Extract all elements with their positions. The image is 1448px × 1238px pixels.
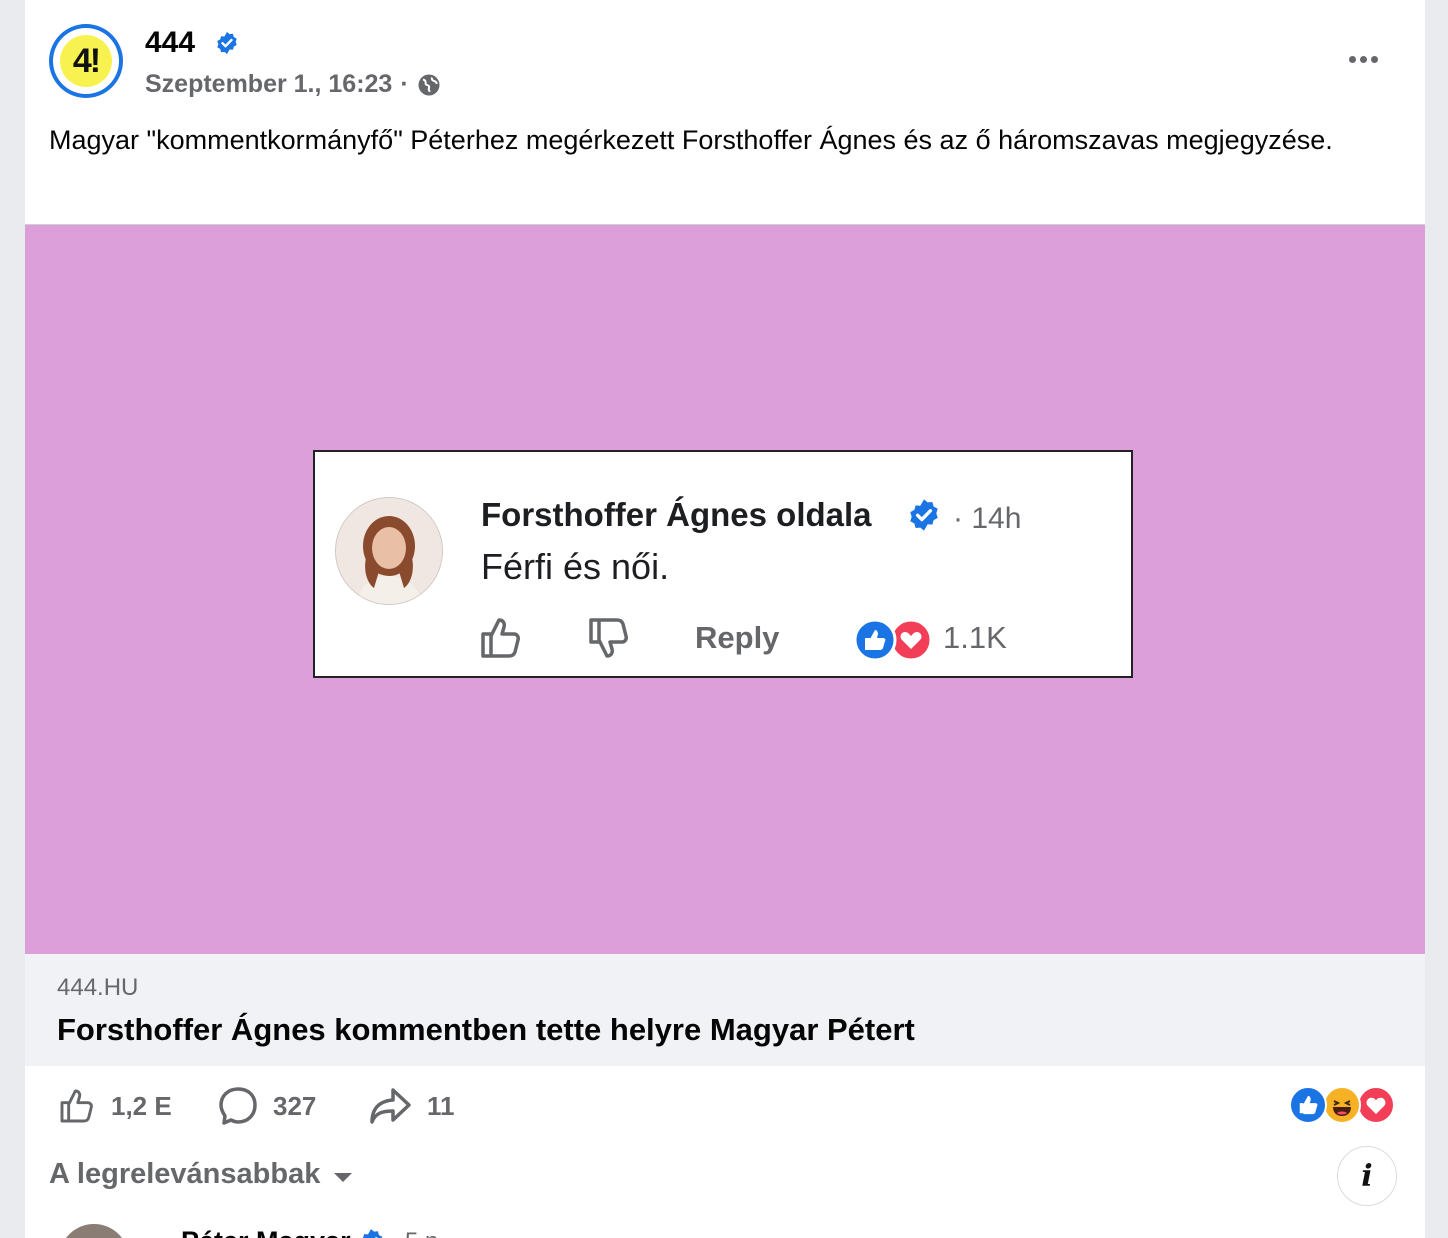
- comment-count: 327: [273, 1090, 317, 1121]
- embedded-author: Forsthoffer Ágnes oldala: [481, 496, 872, 533]
- embedded-reactions: [853, 618, 933, 662]
- embedded-comment-screenshot: Forsthoffer Ágnes oldala · 14h Férfi és …: [313, 450, 1133, 678]
- meta-separator: ·: [400, 70, 409, 98]
- reaction-summary[interactable]: [1289, 1086, 1399, 1128]
- thumbs-up-icon: [60, 1089, 93, 1123]
- embedded-age: · 14h: [953, 502, 1022, 535]
- comment-age: 5 n: [405, 1228, 438, 1238]
- thumbs-down-icon: [589, 618, 628, 658]
- post-card: 4! 444 Szeptember 1., 16:23 · Magyar "ko…: [25, 0, 1425, 1238]
- sort-label: A legrelevánsabbak: [49, 1158, 321, 1190]
- comment-icon: [219, 1087, 257, 1125]
- embedded-comment-text: Férfi és női.: [481, 546, 670, 587]
- embedded-reaction-count: 1.1K: [943, 620, 1007, 655]
- post-text: Magyar "kommentkormányfő" Péterhez megér…: [49, 125, 1333, 155]
- haha-reaction-icon: [1323, 1086, 1361, 1124]
- commenter-avatar[interactable]: [59, 1224, 129, 1238]
- info-button[interactable]: i: [1337, 1146, 1397, 1206]
- commenter-portrait: [335, 497, 443, 605]
- share-button[interactable]: 11: [369, 1084, 455, 1128]
- comment-item: Péter Magyar 5 n: [49, 1218, 849, 1238]
- more-options-button[interactable]: [1343, 44, 1383, 74]
- comment-button[interactable]: 327: [217, 1084, 316, 1128]
- share-count: 11: [427, 1090, 455, 1121]
- link-preview[interactable]: 444.HU Forsthoffer Ágnes kommentben tett…: [25, 954, 1425, 1066]
- page-name-link[interactable]: 444: [145, 26, 195, 60]
- love-reaction-icon: [1357, 1086, 1395, 1124]
- comment-sort-dropdown[interactable]: A legrelevánsabbak: [49, 1158, 353, 1191]
- share-icon: [370, 1088, 411, 1124]
- page-logo: 4!: [60, 35, 112, 87]
- post-timestamp[interactable]: Szeptember 1., 16:23: [145, 70, 392, 99]
- link-title[interactable]: Forsthoffer Ágnes kommentben tette helyr…: [57, 1012, 915, 1048]
- verified-badge-icon: [910, 499, 938, 531]
- post-meta: Szeptember 1., 16:23 ·: [145, 70, 441, 99]
- thumbs-up-icon: [481, 618, 520, 658]
- page-avatar[interactable]: 4!: [49, 24, 123, 98]
- link-domain: 444.HU: [57, 974, 139, 1001]
- scrollbar[interactable]: [1424, 0, 1425, 200]
- caret-down-icon: [334, 1173, 353, 1182]
- embedded-reply: Reply: [695, 620, 780, 655]
- post-image[interactable]: Forsthoffer Ágnes oldala · 14h Férfi és …: [25, 224, 1425, 1206]
- like-button[interactable]: 1,2 E: [57, 1084, 172, 1128]
- more-icon: [1348, 55, 1356, 63]
- verified-badge-icon: [217, 32, 237, 54]
- like-reaction-icon: [1289, 1086, 1327, 1124]
- verified-badge-icon: [362, 1229, 383, 1238]
- globe-icon: [418, 74, 440, 95]
- commenter-name[interactable]: Péter Magyar: [181, 1226, 351, 1238]
- like-count: 1,2 E: [111, 1090, 172, 1121]
